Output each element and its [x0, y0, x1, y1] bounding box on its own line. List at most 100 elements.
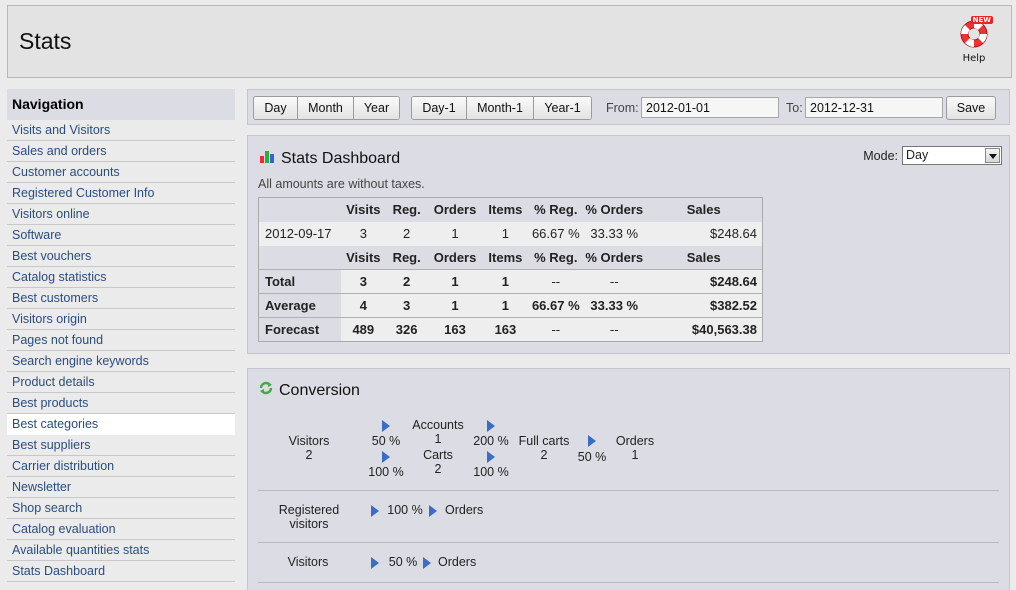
row-label: Forecast: [258, 317, 342, 342]
funnel-visitors: Visitors 2: [288, 434, 330, 462]
table-header-row: Visits Reg. Orders Items % Reg. % Orders…: [258, 197, 763, 222]
column-header: Orders: [427, 245, 483, 270]
page-title: Stats: [19, 28, 72, 54]
sidebar-item-carrier-distribution[interactable]: Carrier distribution: [7, 456, 235, 477]
table-cell: 3: [341, 269, 386, 294]
stats-dashboard-panel: Stats Dashboard Mode: Day All amounts ar…: [247, 135, 1010, 354]
visitors-row-target: Orders: [438, 555, 477, 569]
to-date-input[interactable]: [805, 97, 943, 118]
arrow-right-icon: [382, 420, 390, 432]
table-cell: 1: [427, 269, 483, 294]
conversion-title: Conversion: [259, 381, 360, 400]
visitors-row-pct: 50 %: [388, 555, 418, 569]
dashboard-title-text: Stats Dashboard: [281, 149, 401, 167]
row-label: Total: [258, 269, 342, 294]
sidebar-item-shop-search[interactable]: Shop search: [7, 498, 235, 519]
period-button-group: Day Month Year: [253, 96, 400, 120]
day-minus-1-button[interactable]: Day-1: [412, 97, 467, 119]
table-cell: 1: [427, 221, 483, 246]
day-button[interactable]: Day: [254, 97, 298, 119]
table-cell: --: [583, 269, 646, 294]
column-header: Sales: [645, 245, 763, 270]
sidebar-item-best-customers[interactable]: Best customers: [7, 288, 235, 309]
funnel-orders: Orders 1: [615, 434, 655, 462]
sidebar-item-software[interactable]: Software: [7, 225, 235, 246]
table-cell: 33.33 %: [583, 293, 646, 318]
month-button[interactable]: Month: [298, 97, 354, 119]
column-header: Sales: [645, 197, 763, 222]
registered-target: Orders: [445, 503, 484, 517]
lifebuoy-icon: NEW: [959, 16, 993, 49]
arrow-right-icon: [423, 557, 431, 569]
dashboard-title: Stats Dashboard: [259, 148, 400, 169]
column-header: % Reg.: [528, 197, 584, 222]
divider: [258, 542, 999, 543]
month-minus-1-button[interactable]: Month-1: [467, 97, 534, 119]
divider: [258, 490, 999, 491]
mode-select[interactable]: Day: [902, 146, 1002, 165]
year-button[interactable]: Year: [354, 97, 399, 119]
from-label: From:: [606, 101, 639, 115]
visitors-row-label: Visitors: [287, 555, 329, 569]
sidebar-item-catalog-evaluation[interactable]: Catalog evaluation: [7, 519, 235, 540]
column-header: Items: [482, 245, 529, 270]
sidebar-item-visitors-origin[interactable]: Visitors origin: [7, 309, 235, 330]
table-cell: 3: [385, 293, 428, 318]
date-toolbar: Day Month Year Day-1 Month-1 Year-1 From…: [247, 89, 1010, 125]
table-cell: 326: [385, 317, 428, 342]
column-header: Items: [482, 197, 529, 222]
sidebar-item-newsletter[interactable]: Newsletter: [7, 477, 235, 498]
divider: [258, 582, 999, 583]
sidebar-item-search-engine-keywords[interactable]: Search engine keywords: [7, 351, 235, 372]
sidebar-item-stats-dashboard[interactable]: Stats Dashboard: [7, 561, 235, 582]
table-cell: 33.33 %: [583, 221, 646, 246]
funnel-carts: Carts 2: [423, 448, 453, 476]
funnel-full-carts: Full carts 2: [518, 434, 570, 462]
sidebar-item-catalog-statistics[interactable]: Catalog statistics: [7, 267, 235, 288]
table-cell: 4: [341, 293, 386, 318]
sidebar-item-available-quantities-stats[interactable]: Available quantities stats: [7, 540, 235, 561]
table-cell: 163: [427, 317, 483, 342]
table-cell: $248.64: [645, 221, 763, 246]
sidebar-item-best-suppliers[interactable]: Best suppliers: [7, 435, 235, 456]
year-minus-1-button[interactable]: Year-1: [534, 97, 591, 119]
column-header: Visits: [341, 245, 386, 270]
sidebar-item-best-categories[interactable]: Best categories: [7, 414, 235, 435]
registered-pct: 100 %: [387, 503, 423, 517]
table-cell: $248.64: [645, 269, 763, 294]
from-date-input[interactable]: [641, 97, 779, 118]
conversion-title-text: Conversion: [279, 381, 360, 399]
table-cell: 2012-09-17: [258, 221, 342, 246]
tax-note: All amounts are without taxes.: [258, 177, 425, 191]
arrow-right-icon: [382, 451, 390, 463]
arrow-right-icon: [429, 505, 437, 517]
table-row: 2012-09-17 3 2 1 1 66.67 % 33.33 % $248.…: [258, 221, 763, 246]
save-button[interactable]: Save: [946, 96, 996, 120]
page-header: Stats NEW Help: [7, 5, 1012, 78]
sidebar-item-visitors-online[interactable]: Visitors online: [7, 204, 235, 225]
sidebar-item-customer-accounts[interactable]: Customer accounts: [7, 162, 235, 183]
mode-label: Mode:: [863, 148, 898, 163]
refresh-icon: [259, 381, 273, 400]
sidebar-item-best-vouchers[interactable]: Best vouchers: [7, 246, 235, 267]
table-cell: 2: [385, 269, 428, 294]
funnel-pct: 50 %: [577, 450, 607, 464]
sidebar-item-pages-not-found[interactable]: Pages not found: [7, 330, 235, 351]
column-header: % Orders: [583, 197, 646, 222]
chevron-down-icon: [985, 148, 1000, 163]
column-header: % Orders: [583, 245, 646, 270]
funnel-pct: 100 %: [473, 465, 509, 479]
column-header: Reg.: [385, 197, 428, 222]
bar-chart-icon: [259, 148, 275, 169]
sidebar-item-product-details[interactable]: Product details: [7, 372, 235, 393]
column-header: Reg.: [385, 245, 428, 270]
sidebar-item-sales-and-orders[interactable]: Sales and orders: [7, 141, 235, 162]
sidebar-item-best-products[interactable]: Best products: [7, 393, 235, 414]
help-button[interactable]: NEW Help: [957, 16, 993, 64]
table-cell: 3: [341, 221, 386, 246]
table-cell: --: [583, 317, 646, 342]
registered-visitors-label: Registered visitors: [278, 503, 340, 531]
sidebar-item-registered-customer-info[interactable]: Registered Customer Info: [7, 183, 235, 204]
funnel-pct: 50 %: [371, 434, 401, 448]
sidebar-item-visits-and-visitors[interactable]: Visits and Visitors: [7, 120, 235, 141]
